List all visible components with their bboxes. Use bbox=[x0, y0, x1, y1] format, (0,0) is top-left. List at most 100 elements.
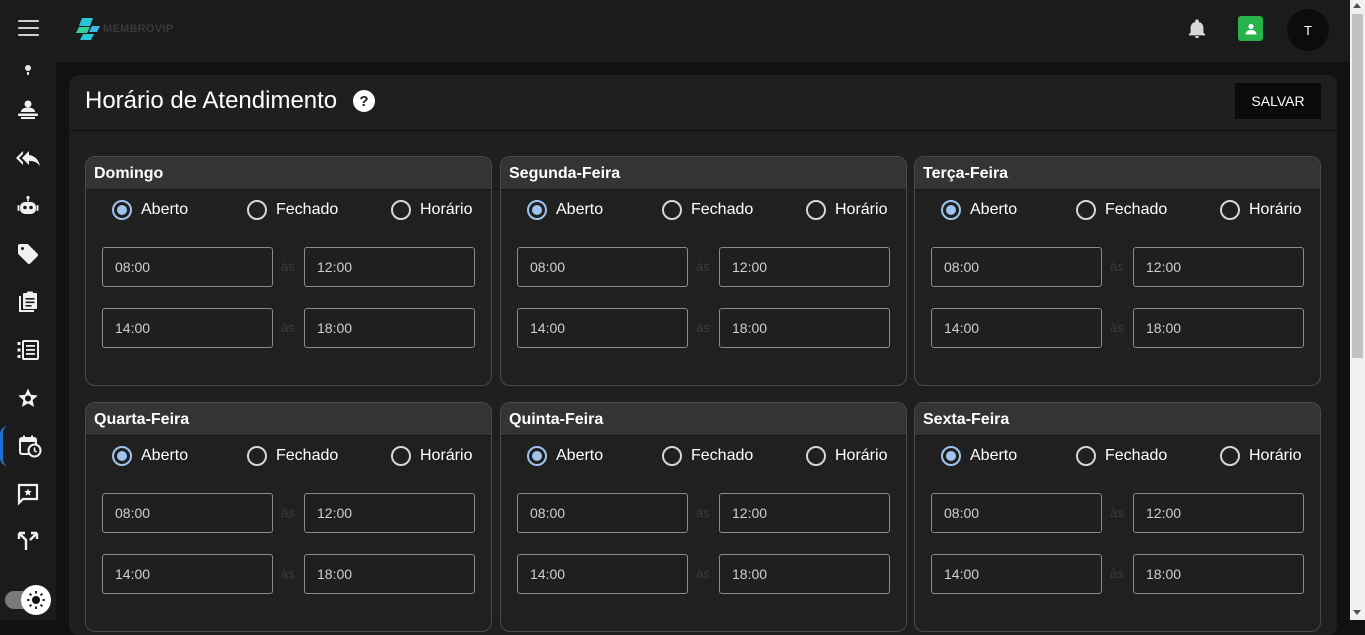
brand-logo[interactable]: MEMBROVIP bbox=[76, 17, 174, 41]
sidebar-item-list[interactable] bbox=[0, 330, 56, 370]
afternoon-end-input[interactable]: 18:00 bbox=[719, 554, 890, 594]
person-desk-icon bbox=[18, 100, 38, 119]
morning-start-input[interactable]: 08:00 bbox=[102, 493, 273, 533]
time-separator: às bbox=[696, 259, 710, 274]
afternoon-end-input[interactable]: 18:00 bbox=[304, 308, 475, 348]
morning-end-input[interactable]: 12:00 bbox=[1133, 247, 1304, 287]
radio-schedule[interactable]: Horário bbox=[1220, 200, 1301, 220]
scroll-thumb[interactable] bbox=[1352, 14, 1363, 358]
morning-start-input[interactable]: 08:00 bbox=[517, 493, 688, 533]
menu-icon[interactable] bbox=[18, 20, 39, 38]
radio-closed[interactable]: Fechado bbox=[1076, 200, 1167, 220]
radio-open[interactable]: Aberto bbox=[527, 446, 603, 466]
radio-schedule[interactable]: Horário bbox=[806, 446, 887, 466]
day-card-1: Domingo Aberto Fechado Horário 08:00 às … bbox=[85, 156, 492, 386]
radio-open-label: Aberto bbox=[556, 447, 604, 464]
sidebar-item-chat[interactable] bbox=[0, 474, 56, 514]
radio-closed-label: Fechado bbox=[691, 447, 754, 464]
radio-schedule-label: Horário bbox=[1249, 201, 1302, 218]
radio-schedule-circle bbox=[391, 446, 411, 466]
theme-toggle[interactable] bbox=[3, 582, 55, 618]
radio-open[interactable]: Aberto bbox=[941, 446, 1017, 466]
time-separator: às bbox=[696, 505, 710, 520]
radio-schedule-circle bbox=[391, 200, 411, 220]
time-separator: às bbox=[281, 320, 295, 335]
afternoon-start-input[interactable]: 14:00 bbox=[931, 308, 1102, 348]
morning-start-input[interactable]: 08:00 bbox=[517, 247, 688, 287]
radio-open[interactable]: Aberto bbox=[941, 200, 1017, 220]
tag-icon bbox=[18, 244, 38, 264]
afternoon-end-input[interactable]: 18:00 bbox=[1133, 308, 1304, 348]
afternoon-start-input[interactable]: 14:00 bbox=[102, 554, 273, 594]
sidebar-item-attendants[interactable] bbox=[0, 90, 56, 130]
scroll-down-icon[interactable] bbox=[1353, 610, 1361, 615]
afternoon-start-input[interactable]: 14:00 bbox=[517, 554, 688, 594]
radio-schedule[interactable]: Horário bbox=[391, 200, 472, 220]
radio-schedule[interactable]: Horário bbox=[806, 200, 887, 220]
scroll-up-icon[interactable] bbox=[1353, 3, 1361, 8]
notification-bell-icon[interactable] bbox=[1186, 17, 1208, 41]
radio-schedule-circle bbox=[1220, 446, 1240, 466]
sidebar-item-bulb[interactable] bbox=[0, 46, 56, 86]
sidebar-item-reports[interactable] bbox=[0, 282, 56, 322]
radio-open-label: Aberto bbox=[970, 201, 1018, 218]
radio-schedule[interactable]: Horário bbox=[391, 446, 472, 466]
radio-open-label: Aberto bbox=[141, 447, 189, 464]
time-separator: às bbox=[281, 505, 295, 520]
morning-end-input[interactable]: 12:00 bbox=[719, 247, 890, 287]
time-separator: às bbox=[281, 259, 295, 274]
day-status-radios: Aberto Fechado Horário bbox=[86, 436, 491, 476]
save-button[interactable]: SALVAR bbox=[1235, 83, 1321, 119]
radio-closed-circle bbox=[247, 200, 267, 220]
day-card-6: Sexta-Feira Aberto Fechado Horário 08:00… bbox=[914, 402, 1321, 632]
sidebar-item-quick-replies[interactable] bbox=[0, 138, 56, 178]
radio-closed-circle bbox=[662, 446, 682, 466]
radio-open[interactable]: Aberto bbox=[112, 446, 188, 466]
radio-closed-label: Fechado bbox=[276, 447, 339, 464]
morning-end-input[interactable]: 12:00 bbox=[1133, 493, 1304, 533]
star-icon bbox=[18, 388, 38, 407]
sidebar-item-tags[interactable] bbox=[0, 234, 56, 274]
contact-icon bbox=[1245, 23, 1256, 34]
radio-schedule[interactable]: Horário bbox=[1220, 446, 1301, 466]
radio-open[interactable]: Aberto bbox=[527, 200, 603, 220]
sidebar-item-ratings[interactable] bbox=[0, 378, 56, 418]
radio-closed-label: Fechado bbox=[1105, 201, 1168, 218]
radio-closed[interactable]: Fechado bbox=[662, 200, 753, 220]
afternoon-end-input[interactable]: 18:00 bbox=[1133, 554, 1304, 594]
afternoon-start-input[interactable]: 14:00 bbox=[931, 554, 1102, 594]
radio-closed[interactable]: Fechado bbox=[247, 200, 338, 220]
radio-schedule-circle bbox=[1220, 200, 1240, 220]
morning-end-input[interactable]: 12:00 bbox=[719, 493, 890, 533]
radio-closed-label: Fechado bbox=[691, 201, 754, 218]
bulb-icon bbox=[25, 65, 31, 75]
day-status-radios: Aberto Fechado Horário bbox=[501, 190, 906, 230]
afternoon-end-input[interactable]: 18:00 bbox=[304, 554, 475, 594]
radio-closed[interactable]: Fechado bbox=[1076, 446, 1167, 466]
logo-mark-icon bbox=[76, 18, 100, 40]
sidebar-item-business-hours[interactable] bbox=[0, 426, 56, 466]
help-icon[interactable]: ? bbox=[353, 90, 375, 112]
morning-start-input[interactable]: 08:00 bbox=[931, 247, 1102, 287]
radio-open-circle bbox=[941, 200, 961, 220]
afternoon-end-input[interactable]: 18:00 bbox=[719, 308, 890, 348]
radio-closed[interactable]: Fechado bbox=[662, 446, 753, 466]
day-status-radios: Aberto Fechado Horário bbox=[915, 190, 1320, 230]
radio-open[interactable]: Aberto bbox=[112, 200, 188, 220]
afternoon-start-input[interactable]: 14:00 bbox=[102, 308, 273, 348]
contact-button[interactable] bbox=[1238, 16, 1263, 41]
sidebar-item-integrations[interactable] bbox=[0, 522, 56, 562]
sidebar-item-bots[interactable] bbox=[0, 186, 56, 226]
time-separator: às bbox=[281, 566, 295, 581]
radio-closed[interactable]: Fechado bbox=[247, 446, 338, 466]
page-scrollbar[interactable] bbox=[1350, 0, 1365, 620]
morning-start-input[interactable]: 08:00 bbox=[931, 493, 1102, 533]
morning-end-input[interactable]: 12:00 bbox=[304, 493, 475, 533]
radio-open-circle bbox=[112, 446, 132, 466]
day-card-3: Terça-Feira Aberto Fechado Horário 08:00… bbox=[914, 156, 1321, 386]
morning-start-input[interactable]: 08:00 bbox=[102, 247, 273, 287]
user-avatar[interactable]: T bbox=[1287, 9, 1329, 51]
afternoon-start-input[interactable]: 14:00 bbox=[517, 308, 688, 348]
radio-schedule-label: Horário bbox=[420, 447, 473, 464]
morning-end-input[interactable]: 12:00 bbox=[304, 247, 475, 287]
